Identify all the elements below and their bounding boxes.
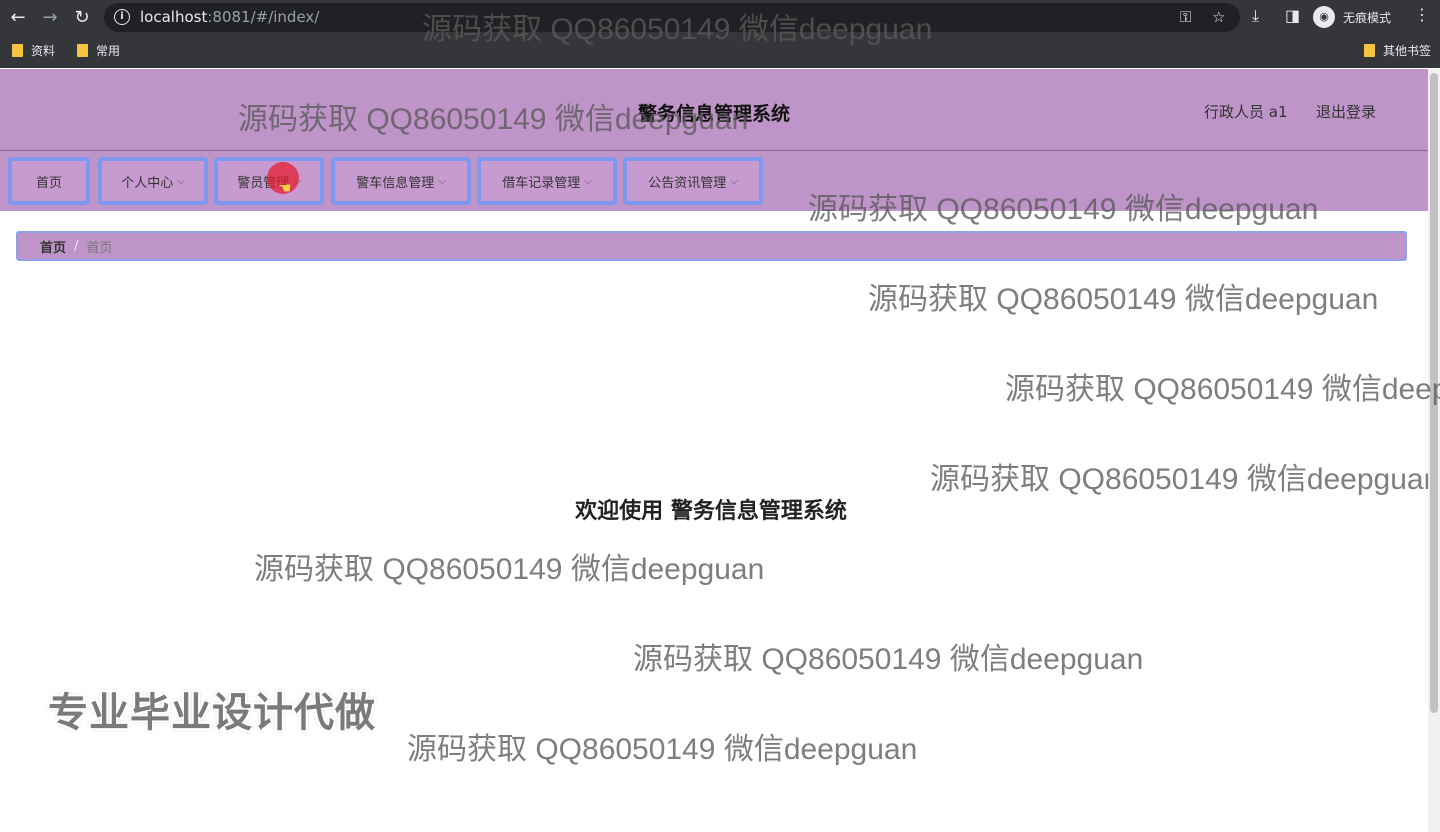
url-text[interactable]: localhost:8081/#/index/	[140, 8, 319, 26]
address-bar[interactable]: i localhost:8081/#/index/ ⚿ ☆	[104, 3, 1240, 32]
browser-chrome: ← → ↻ i localhost:8081/#/index/ ⚿ ☆ ⤓ ◨ …	[0, 0, 1440, 68]
bookmark-folder-changyong[interactable]: 常用	[77, 42, 120, 59]
breadcrumb-home[interactable]: 首页	[40, 237, 66, 256]
breadcrumb-separator: /	[74, 238, 79, 254]
scrollbar-thumb[interactable]	[1430, 73, 1438, 713]
star-icon[interactable]: ☆	[1212, 8, 1225, 26]
incognito-indicator[interactable]: ◉ 无痕模式	[1313, 5, 1391, 29]
nav-borrow-record-management[interactable]: 借车记录管理 ⌵	[477, 157, 617, 205]
chevron-down-icon: ⌵	[584, 175, 592, 187]
breadcrumb: 首页 / 首页	[16, 231, 1407, 261]
browser-menu-icon[interactable]: ⋮	[1414, 5, 1430, 24]
sidebar-icon[interactable]: ◨	[1285, 6, 1300, 25]
chevron-down-icon: ⌵	[177, 175, 185, 187]
breadcrumb-current: 首页	[86, 240, 113, 256]
nav-announcement-management[interactable]: 公告资讯管理 ⌵	[623, 157, 763, 205]
pointer-hand-icon: ☚	[278, 179, 292, 197]
bookmark-folder-ziliao[interactable]: 资料	[12, 42, 55, 59]
nav-personal-center[interactable]: 个人中心 ⌵	[98, 157, 208, 205]
logout-link[interactable]: 退出登录	[1316, 101, 1376, 122]
key-icon[interactable]: ⚿	[1180, 8, 1191, 26]
site-header: 警务信息管理系统 行政人员 a1 退出登录	[0, 69, 1428, 151]
folder-icon	[12, 44, 23, 57]
back-icon[interactable]: ←	[6, 6, 30, 30]
nav-home[interactable]: 首页	[8, 157, 90, 205]
reload-icon[interactable]: ↻	[70, 6, 94, 30]
incognito-label: 无痕模式	[1343, 10, 1392, 25]
promo-banner: 专业毕业设计代做	[48, 690, 376, 736]
nav-vehicle-management[interactable]: 警车信息管理 ⌵	[331, 157, 471, 205]
folder-icon	[77, 44, 88, 57]
folder-icon	[1364, 44, 1375, 57]
incognito-icon: ◉	[1313, 6, 1335, 28]
browser-toolbar: ← → ↻ i localhost:8081/#/index/ ⚿ ☆ ⤓ ◨ …	[0, 0, 1440, 35]
site-info-icon[interactable]: i	[114, 9, 130, 25]
forward-icon[interactable]: →	[38, 6, 62, 30]
download-icon[interactable]: ⤓	[1252, 6, 1259, 26]
bookmark-folder-other[interactable]: 其他书签	[1364, 42, 1431, 59]
page-scrollbar[interactable]	[1428, 69, 1440, 832]
bookmarks-bar: 资料 常用 其他书签	[0, 36, 1440, 68]
welcome-heading: 欢迎使用 警务信息管理系统	[575, 499, 847, 524]
chevron-down-icon: ⌵	[730, 175, 738, 187]
main-nav: 首页 个人中心⌵ 警员管理⌵ 警车信息管理⌵ 借车记录管理⌵ 公告资讯管理⌵	[0, 151, 1428, 211]
current-user: 行政人员 a1	[1204, 103, 1288, 121]
chevron-down-icon: ⌵	[438, 175, 446, 187]
